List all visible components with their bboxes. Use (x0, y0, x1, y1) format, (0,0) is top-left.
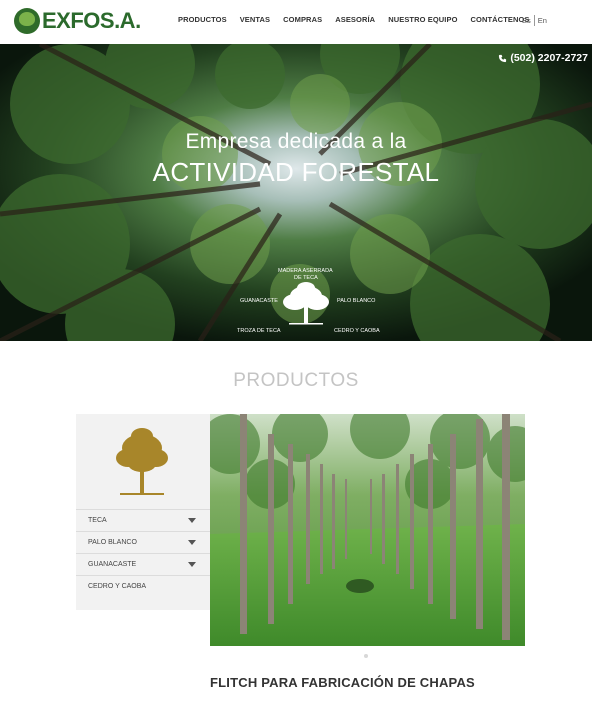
emblem-label-guanacaste[interactable]: GUANACASTE (240, 298, 278, 304)
category-palo-blanco[interactable]: PALO BLANCO (76, 531, 210, 553)
product-category-list: TECA PALO BLANCO GUANACASTE CEDRO Y CAOB… (76, 509, 210, 597)
nav-nuestro-equipo[interactable]: NUESTRO EQUIPO (388, 15, 457, 24)
caret-down-icon (188, 540, 196, 545)
category-label: CEDRO Y CAOBA (88, 583, 147, 590)
hero-phone[interactable]: (502) 2207-2727 (498, 52, 588, 64)
lang-divider (533, 15, 535, 26)
category-label: TECA (88, 517, 107, 524)
nav-productos[interactable]: PRODUCTOS (178, 15, 227, 24)
carousel-indicator[interactable] (364, 654, 368, 658)
category-label: PALO BLANCO (88, 539, 137, 546)
nav-asesoria[interactable]: ASESORÍA (335, 15, 375, 24)
category-teca[interactable]: TECA (76, 509, 210, 531)
main-nav: PRODUCTOS VENTAS COMPRAS ASESORÍA NUESTR… (178, 15, 543, 24)
site-header: EXFOS.A. PRODUCTOS VENTAS COMPRAS ASESOR… (0, 0, 592, 44)
category-cedro-caoba[interactable]: CEDRO Y CAOBA (76, 575, 210, 597)
tree-logo-icon (14, 8, 40, 34)
hero-heading-line2: ACTIVIDAD FORESTAL (152, 157, 440, 187)
caret-down-icon (188, 518, 196, 523)
brand-logo[interactable]: EXFOS.A. (14, 6, 159, 36)
emblem-label-de-teca[interactable]: DE TECA (294, 275, 318, 281)
teak-plantation-image (210, 414, 525, 646)
tree-emblem-icon (283, 282, 329, 325)
lang-en[interactable]: En (538, 16, 547, 25)
phone-icon (499, 54, 507, 62)
nav-contactenos[interactable]: CONTÁCTENOS (471, 15, 530, 24)
product-sidebar: TECA PALO BLANCO GUANACASTE CEDRO Y CAOB… (76, 414, 210, 610)
tree-icon (116, 428, 168, 495)
emblem-label-troza-teca[interactable]: TROZA DE TECA (237, 328, 281, 334)
emblem-label-cedro-caoba[interactable]: CEDRO Y CAOBA (334, 328, 380, 334)
product-title: FLITCH PARA FABRICACIÓN DE CHAPAS (210, 675, 475, 690)
category-label: GUANACASTE (88, 561, 137, 568)
nav-compras[interactable]: COMPRAS (283, 15, 322, 24)
lang-es[interactable]: Es (522, 16, 531, 25)
caret-down-icon (188, 562, 196, 567)
products-section-title: PRODUCTOS (233, 370, 359, 391)
category-guanacaste[interactable]: GUANACASTE (76, 553, 210, 575)
emblem-label-palo-blanco[interactable]: PALO BLANCO (337, 298, 375, 304)
emblem-label-madera[interactable]: MADERA ASERRADA (278, 268, 333, 274)
hero-heading-line1: Empresa dedicada a la (185, 130, 407, 153)
hero-banner: (502) 2207-2727 Empresa dedicada a la AC… (0, 44, 592, 341)
brand-name: EXFOS.A. (42, 8, 141, 33)
plantation-illustration (210, 414, 525, 646)
language-switcher: Es En (522, 15, 547, 26)
phone-number: (502) 2207-2727 (510, 52, 588, 64)
nav-ventas[interactable]: VENTAS (240, 15, 270, 24)
